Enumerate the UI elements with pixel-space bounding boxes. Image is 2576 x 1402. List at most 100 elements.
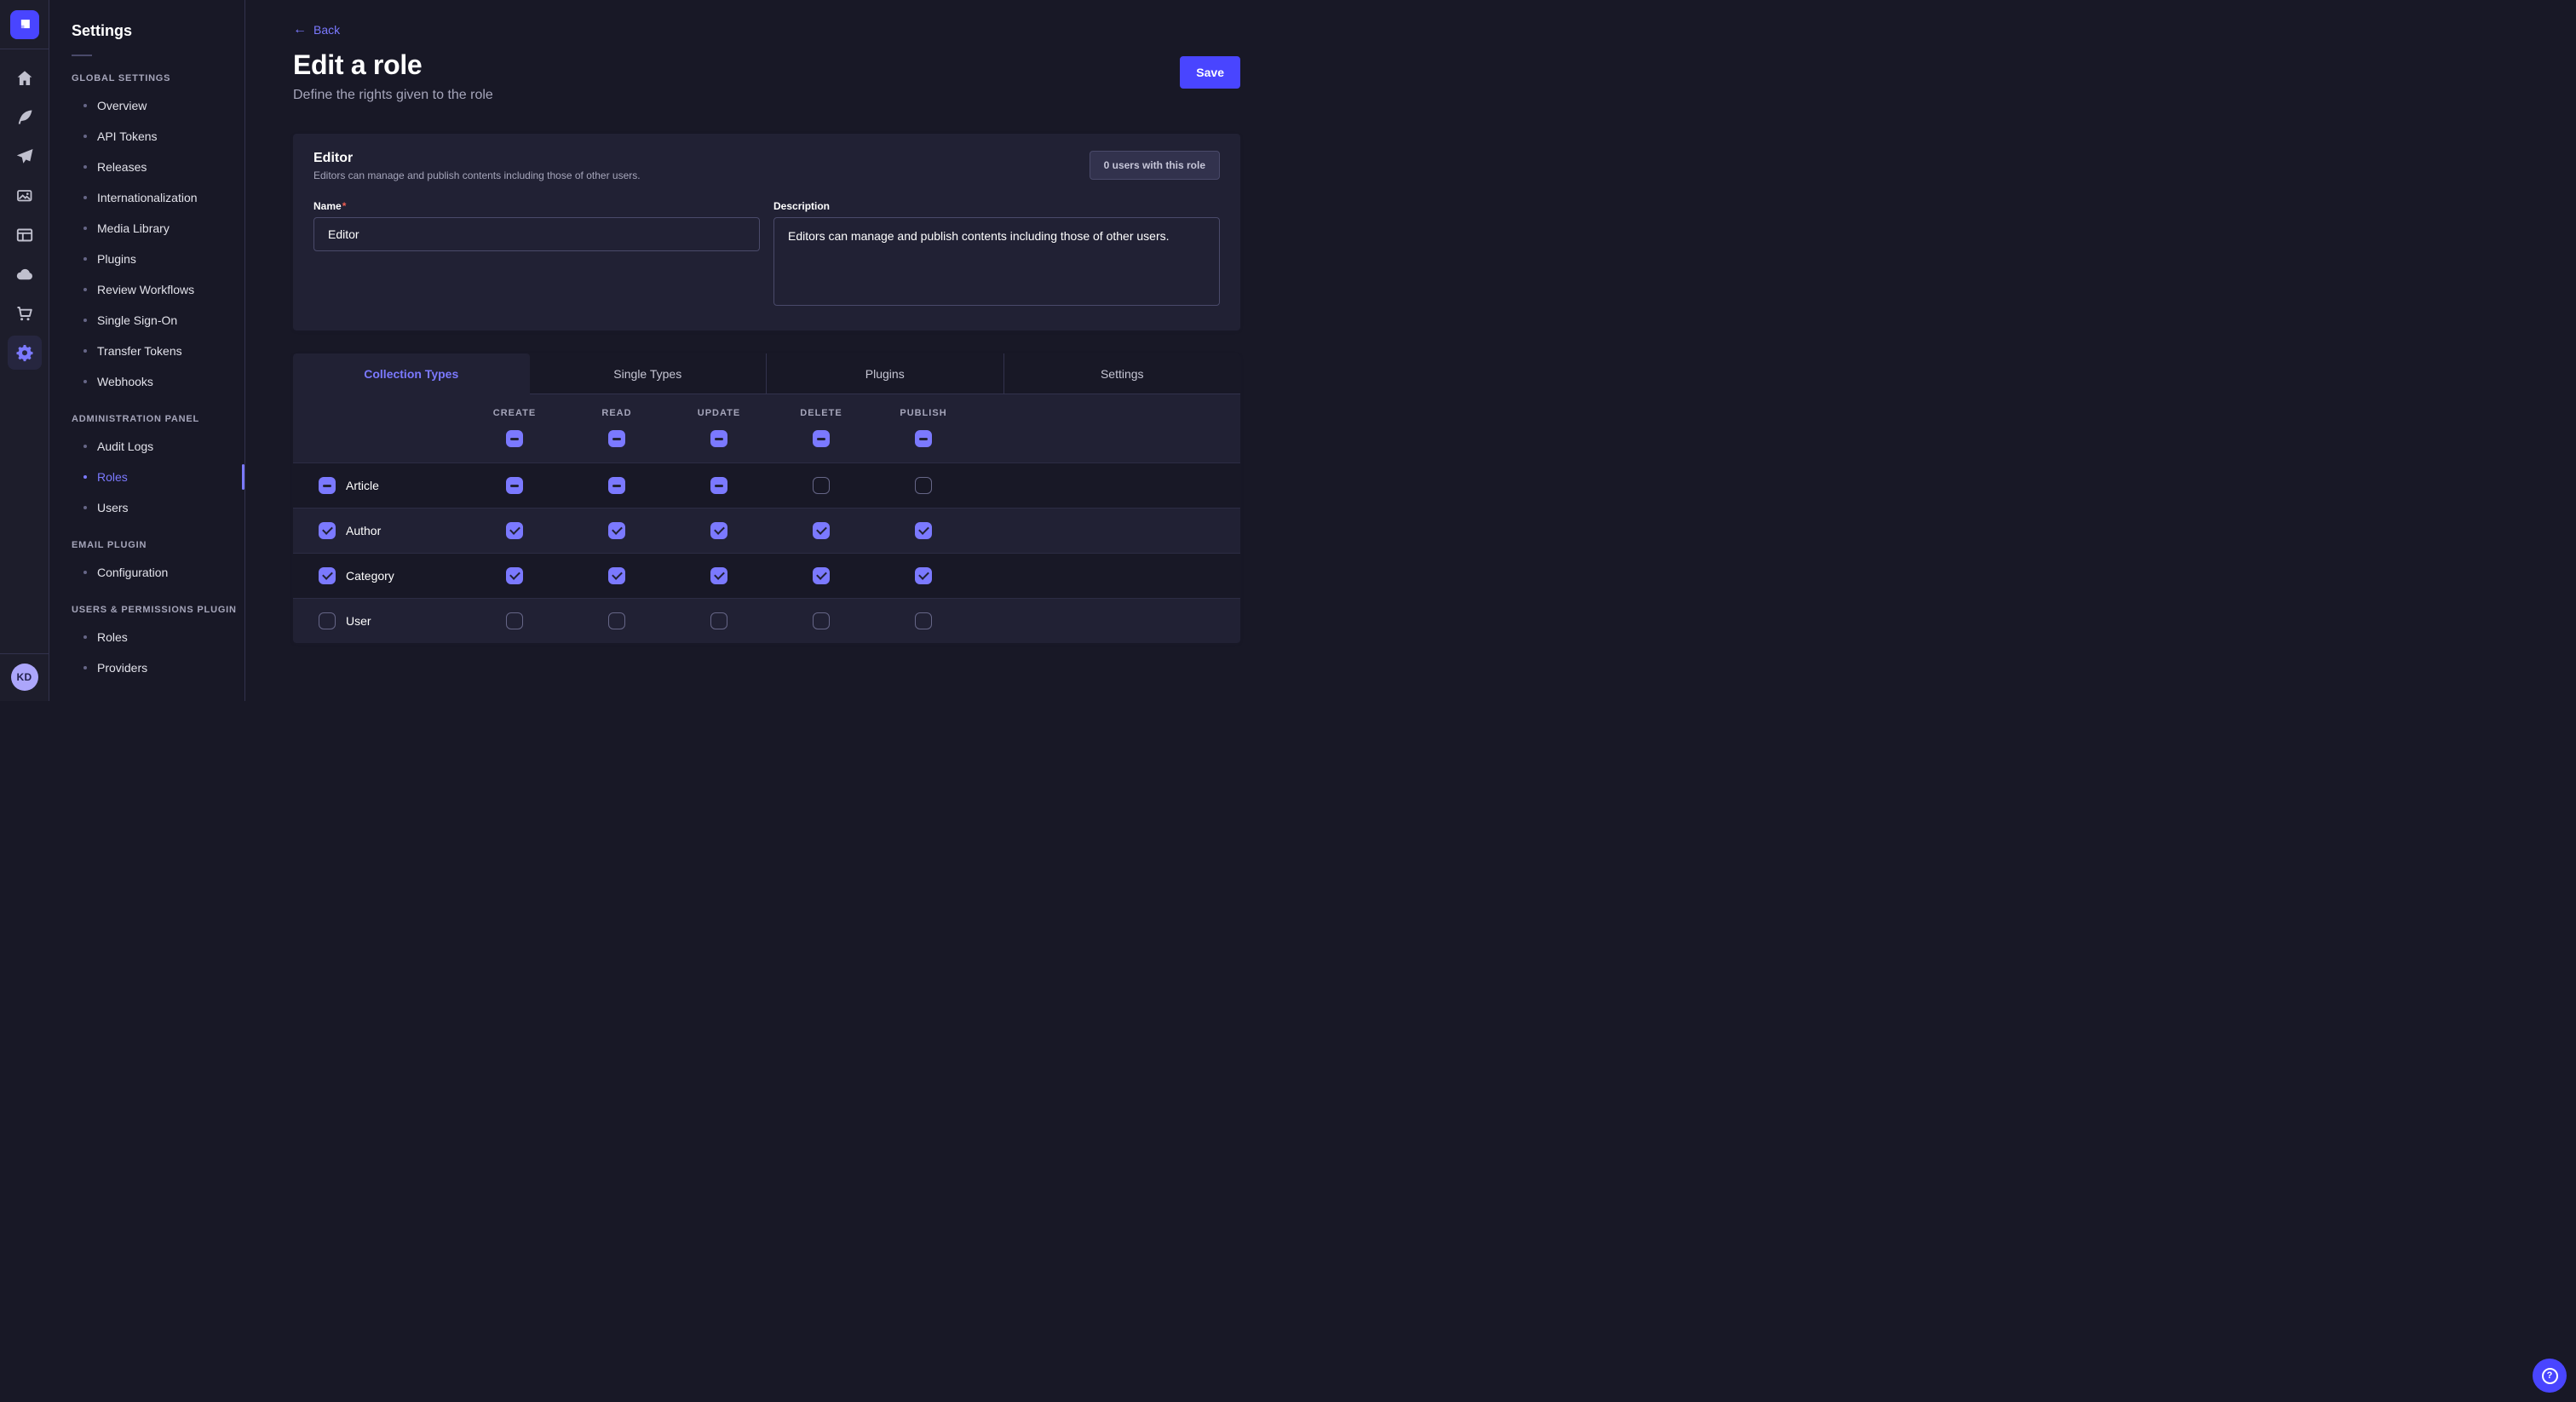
author-publish-checkbox[interactable]: [915, 522, 932, 539]
role-name-input[interactable]: [313, 217, 760, 251]
strapi-logo[interactable]: [10, 10, 39, 39]
description-field-group: Description Editors can manage and publi…: [773, 200, 1220, 310]
sidebar-item-providers[interactable]: Providers: [49, 652, 244, 683]
page-subtitle: Define the rights given to the role: [293, 88, 493, 103]
sidebar-item-audit-logs[interactable]: Audit Logs: [49, 431, 244, 462]
bullet-icon: [83, 135, 87, 138]
role-description-textarea[interactable]: Editors can manage and publish contents …: [773, 217, 1220, 306]
bullet-icon: [83, 666, 87, 669]
sidebar-item-overview[interactable]: Overview: [49, 90, 244, 121]
sidebar-item-roles[interactable]: Roles: [49, 622, 244, 652]
help-button[interactable]: ?: [2533, 1359, 2567, 1393]
content-manager-feather-icon[interactable]: [8, 101, 42, 135]
back-link[interactable]: ← Back: [293, 23, 340, 37]
column-header-create: CREATE: [463, 408, 566, 447]
select-all-publish-checkbox[interactable]: [915, 430, 932, 447]
select-all-update-checkbox[interactable]: [710, 430, 727, 447]
bullet-icon: [83, 475, 87, 479]
row-article-checkbox[interactable]: [319, 477, 336, 494]
column-label: CREATE: [493, 408, 536, 418]
permission-row-category: Category: [293, 553, 1240, 598]
sidebar-item-api-tokens[interactable]: API Tokens: [49, 121, 244, 152]
user-update-checkbox[interactable]: [710, 612, 727, 629]
permissions-table: CREATEREADUPDATEDELETEPUBLISH ArticleAut…: [293, 394, 1240, 643]
category-delete-checkbox[interactable]: [813, 567, 830, 584]
media-library-images-icon[interactable]: [8, 179, 42, 213]
category-read-checkbox[interactable]: [608, 567, 625, 584]
tab-settings[interactable]: Settings: [1003, 353, 1241, 394]
bullet-icon: [83, 380, 87, 383]
select-all-read-checkbox[interactable]: [608, 430, 625, 447]
tab-single-types[interactable]: Single Types: [530, 353, 767, 394]
sidebar-item-label: Roles: [97, 630, 128, 644]
page-title: Edit a role: [293, 49, 493, 81]
save-button[interactable]: Save: [1180, 56, 1240, 89]
row-label: Category: [346, 569, 394, 583]
sidebar-item-label: Single Sign-On: [97, 313, 177, 327]
row-label: Article: [346, 479, 379, 492]
author-read-checkbox[interactable]: [608, 522, 625, 539]
sidebar-item-label: API Tokens: [97, 129, 158, 143]
column-label: UPDATE: [698, 408, 740, 418]
author-create-checkbox[interactable]: [506, 522, 523, 539]
sidebar-item-label: Media Library: [97, 221, 170, 235]
tab-collection-types[interactable]: Collection Types: [293, 353, 530, 394]
bullet-icon: [83, 165, 87, 169]
sidebar-item-plugins[interactable]: Plugins: [49, 244, 244, 274]
permission-row-article: Article: [293, 463, 1240, 508]
user-avatar[interactable]: KD: [11, 664, 38, 691]
category-create-checkbox[interactable]: [506, 567, 523, 584]
sidebar-item-users[interactable]: Users: [49, 492, 244, 523]
row-author-checkbox[interactable]: [319, 522, 336, 539]
article-publish-checkbox[interactable]: [915, 477, 932, 494]
page-header: Edit a role Define the rights given to t…: [293, 49, 1240, 103]
marketplace-cart-icon[interactable]: [8, 296, 42, 330]
article-read-checkbox[interactable]: [608, 477, 625, 494]
sidebar-item-configuration[interactable]: Configuration: [49, 557, 244, 588]
main-nav-rail: KD: [0, 0, 49, 701]
row-category-checkbox[interactable]: [319, 567, 336, 584]
sidebar-item-transfer-tokens[interactable]: Transfer Tokens: [49, 336, 244, 366]
row-user-checkbox[interactable]: [319, 612, 336, 629]
select-all-delete-checkbox[interactable]: [813, 430, 830, 447]
sidebar-item-review-workflows[interactable]: Review Workflows: [49, 274, 244, 305]
sidebar-item-internationalization[interactable]: Internationalization: [49, 182, 244, 213]
content-type-builder-layout-icon[interactable]: [8, 218, 42, 252]
settings-gear-icon[interactable]: [8, 336, 42, 370]
role-details-card: Editor Editors can manage and publish co…: [293, 134, 1240, 330]
sidebar-item-label: Releases: [97, 160, 147, 174]
category-publish-checkbox[interactable]: [915, 567, 932, 584]
user-create-checkbox[interactable]: [506, 612, 523, 629]
tab-plugins[interactable]: Plugins: [766, 353, 1003, 394]
sidebar-item-media-library[interactable]: Media Library: [49, 213, 244, 244]
permissions-header-row: CREATEREADUPDATEDELETEPUBLISH: [293, 394, 1240, 463]
role-description-text: Editors can manage and publish contents …: [313, 170, 641, 181]
sidebar-item-single-sign-on[interactable]: Single Sign-On: [49, 305, 244, 336]
bullet-icon: [83, 104, 87, 107]
user-read-checkbox[interactable]: [608, 612, 625, 629]
sidebar-item-roles[interactable]: Roles: [49, 462, 244, 492]
cloud-icon[interactable]: [8, 257, 42, 291]
author-update-checkbox[interactable]: [710, 522, 727, 539]
user-publish-checkbox[interactable]: [915, 612, 932, 629]
sidebar-item-webhooks[interactable]: Webhooks: [49, 366, 244, 397]
user-delete-checkbox[interactable]: [813, 612, 830, 629]
sidebar-item-label: Configuration: [97, 566, 168, 579]
category-update-checkbox[interactable]: [710, 567, 727, 584]
section-header: ADMINISTRATION PANEL: [49, 414, 244, 424]
article-delete-checkbox[interactable]: [813, 477, 830, 494]
sidebar-item-label: Audit Logs: [97, 440, 153, 453]
article-update-checkbox[interactable]: [710, 477, 727, 494]
home-icon[interactable]: [8, 61, 42, 95]
role-name-heading: Editor: [313, 151, 641, 166]
author-delete-checkbox[interactable]: [813, 522, 830, 539]
sidebar-item-releases[interactable]: Releases: [49, 152, 244, 182]
select-all-create-checkbox[interactable]: [506, 430, 523, 447]
article-create-checkbox[interactable]: [506, 477, 523, 494]
users-with-role-button[interactable]: 0 users with this role: [1090, 151, 1220, 180]
main-content: ← Back Edit a role Define the rights giv…: [245, 0, 1288, 701]
deploy-paper-plane-icon[interactable]: [8, 140, 42, 174]
column-header-read: READ: [566, 408, 668, 447]
sidebar-item-label: Transfer Tokens: [97, 344, 182, 358]
description-label: Description: [773, 200, 1220, 212]
